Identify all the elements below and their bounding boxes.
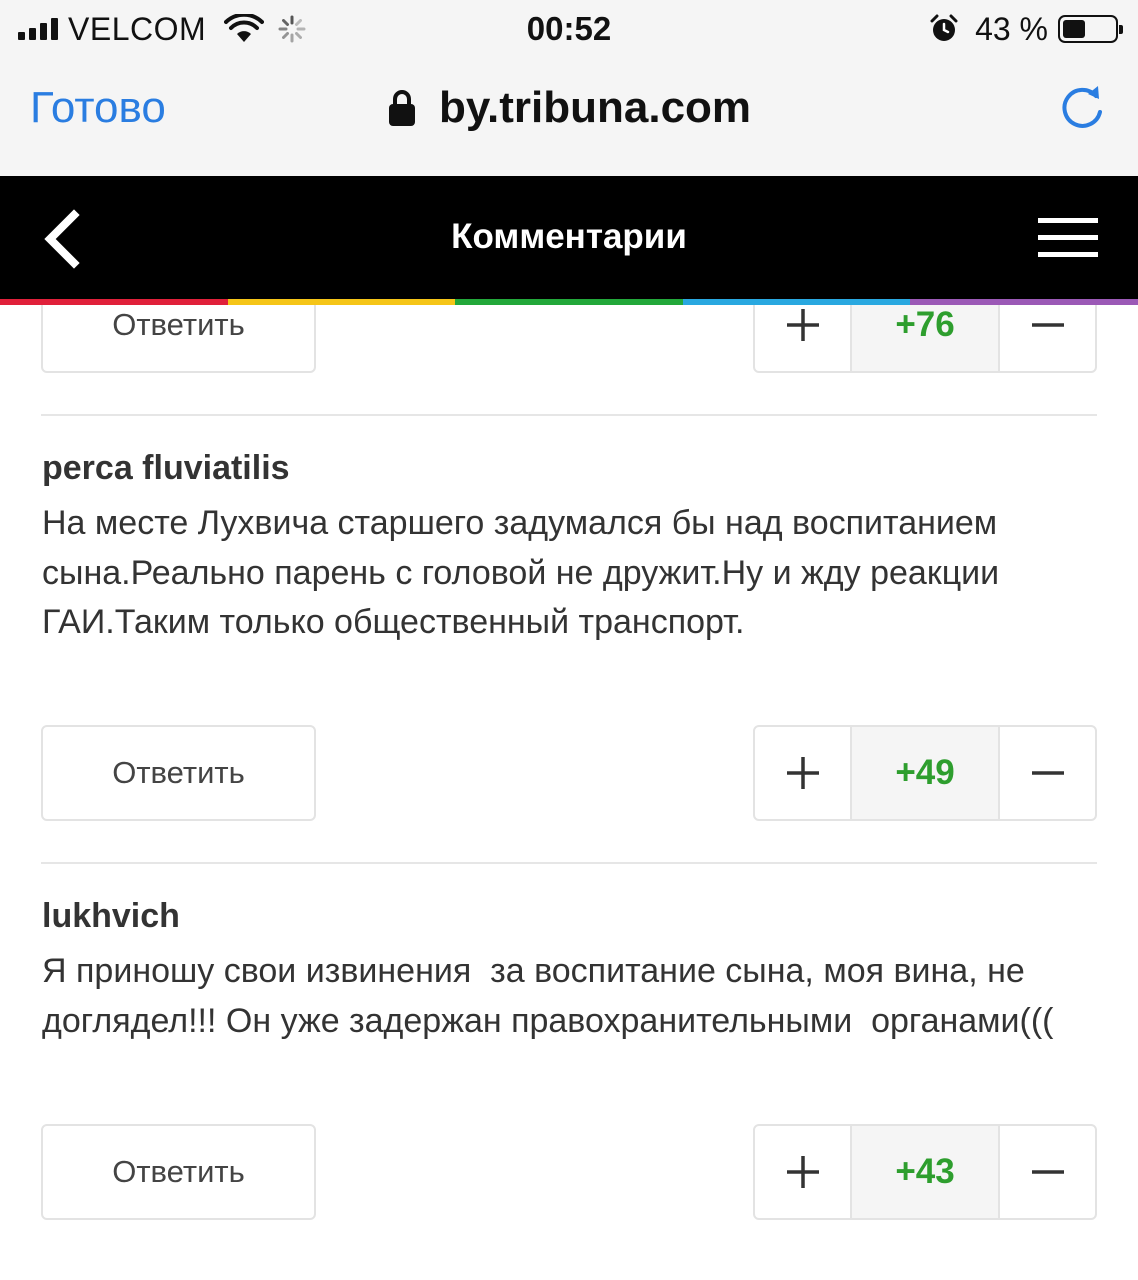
upvote-button[interactable] bbox=[755, 305, 850, 371]
status-bar: VELCOM 00:52 43 % bbox=[0, 0, 1138, 58]
site-header: Комментарии bbox=[0, 176, 1138, 299]
battery-percent: 43 % bbox=[975, 10, 1048, 47]
vote-box: +76 bbox=[753, 305, 1097, 373]
vote-score: +49 bbox=[850, 727, 1000, 819]
page-title: Комментарии bbox=[451, 217, 687, 256]
plus-icon bbox=[786, 757, 819, 789]
comment-author[interactable]: lukhvich bbox=[42, 896, 180, 936]
url-bar: Готово by.tribuna.com bbox=[0, 58, 1138, 176]
vote-box: +43 bbox=[753, 1124, 1097, 1220]
reload-icon[interactable] bbox=[1056, 82, 1108, 134]
browser-chrome: VELCOM 00:52 43 % Готово by.tribuna.com bbox=[0, 0, 1138, 176]
lock-icon bbox=[388, 90, 415, 126]
upvote-button[interactable] bbox=[755, 1126, 850, 1218]
reply-button[interactable]: Ответить bbox=[41, 725, 316, 821]
vote-score: +76 bbox=[850, 305, 1000, 371]
comment-text: Я приношу свои извинения за воспитание с… bbox=[42, 952, 1054, 1040]
battery-icon bbox=[1058, 15, 1123, 43]
downvote-button[interactable] bbox=[1000, 1126, 1095, 1218]
downvote-button[interactable] bbox=[1000, 727, 1095, 819]
reply-button[interactable]: Ответить bbox=[41, 305, 316, 373]
url-text[interactable]: by.tribuna.com bbox=[439, 83, 751, 133]
comment-divider bbox=[41, 414, 1097, 416]
alarm-icon bbox=[930, 14, 958, 41]
hamburger-menu-icon[interactable] bbox=[1038, 218, 1098, 260]
plus-icon bbox=[786, 309, 819, 341]
downvote-button[interactable] bbox=[1000, 305, 1095, 371]
upvote-button[interactable] bbox=[755, 727, 850, 819]
vote-score: +43 bbox=[850, 1126, 1000, 1218]
minus-icon bbox=[1031, 1170, 1064, 1174]
comments-list: Ответить +76 perca fluviatilis На месте … bbox=[0, 305, 1138, 1280]
comment-divider bbox=[41, 862, 1097, 864]
vote-box: +49 bbox=[753, 725, 1097, 821]
comment-author[interactable]: perca fluviatilis bbox=[42, 448, 290, 488]
comment-actions: Ответить +76 bbox=[41, 305, 1097, 373]
minus-icon bbox=[1031, 323, 1064, 327]
comment-text: На месте Лухвича старшего задумался бы н… bbox=[42, 504, 1009, 641]
plus-icon bbox=[786, 1156, 819, 1188]
reply-button[interactable]: Ответить bbox=[41, 1124, 316, 1220]
comment-actions: Ответить +49 bbox=[41, 725, 1097, 821]
minus-icon bbox=[1031, 771, 1064, 775]
comment-actions: Ответить +43 bbox=[41, 1124, 1097, 1220]
